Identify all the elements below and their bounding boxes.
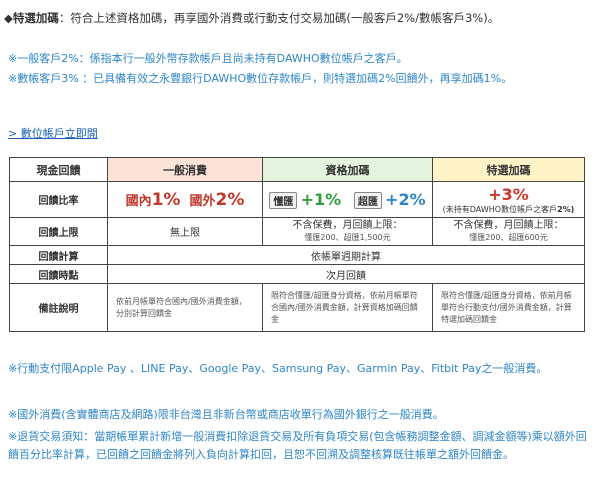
dongwei-badge: 懂匯 — [269, 192, 298, 209]
dongwei-bonus: +1% — [300, 190, 342, 209]
row-label-rate: 回饋比率 — [9, 181, 108, 218]
intro-text: ：符合上述資格加碼，再享國外消費或行動支付交易加碼(一般客戶2%/數帳客戶3%)… — [58, 11, 500, 25]
time-value: 次月回饋 — [107, 264, 585, 284]
intro-lead: 特選加碼 — [12, 11, 59, 25]
calc-value: 依帳單週期計算 — [107, 245, 585, 265]
intro-line: ◆特選加碼：符合上述資格加碼，再享國外消費或行動支付交易加碼(一般客戶2%/數帳… — [4, 10, 499, 26]
header-general: 一般消費 — [107, 157, 263, 182]
table-row: 回饋時點 次月回饋 — [9, 264, 585, 284]
rate-domestic-label: 國內 — [125, 193, 152, 209]
footnote-mobile-pay: ※行動支付限Apple Pay 、LINE Pay、Google Pay、Sam… — [8, 362, 548, 375]
remark-qual: 限符合懂匯/超匯身分資格，依前月帳單符合國內/國外消費金額，計算資格加碼回饋金 — [262, 283, 433, 332]
chaowei-badge: 超匯 — [353, 192, 382, 209]
note-digital-customer: ※數帳客戶3% ：已具備有效之永豐銀行DAWHO數位存款帳戶，則特選加碼2%回饋… — [8, 72, 513, 85]
header-cashback: 現金回饋 — [9, 157, 108, 182]
rate-domestic-pct: 1% — [151, 189, 181, 210]
cap-special-line: 不含保費，月回饋上限： — [453, 220, 564, 231]
row-label-cap: 回饋上限 — [9, 217, 108, 246]
cap-qual-sub: 懂匯200、超匯1,500元 — [304, 233, 391, 242]
special-note-pct: 2%) — [557, 204, 575, 214]
special-note: (未持有DAWHO數位帳戶之客戶 — [442, 204, 558, 214]
cap-special-sub: 懂匯200、超匯600元 — [469, 233, 548, 242]
table-row: 回饋上限 無上限 不含保費，月回饋上限： 懂匯200、超匯1,500元 不含保費… — [9, 217, 585, 246]
row-label-time: 回饋時點 — [9, 264, 108, 284]
header-special: 特選加碼 — [432, 157, 585, 182]
row-label-calc: 回饋計算 — [9, 245, 108, 265]
chaowei-bonus: +2% — [385, 190, 426, 209]
table-row: 備註說明 依前月帳單符合國內/國外消費金額，分別計算回饋金 限符合懂匯/超匯身分… — [9, 283, 585, 332]
rate-general-cell: 國內1% 國外2% — [107, 181, 263, 218]
header-qualification: 資格加碼 — [262, 157, 433, 182]
cap-special-cell: 不含保費，月回饋上限： 懂匯200、超匯600元 — [432, 217, 585, 246]
table-row: 回饋比率 國內1% 國外2% 懂匯 +1% 超匯 +2% +3% (未持有DAW… — [9, 181, 585, 218]
remark-special: 限符合懂匯/超匯身分資格，依前月帳單符合行動支付/國外消費金額，計算特選加碼回饋… — [432, 283, 585, 332]
rate-qual-cell: 懂匯 +1% 超匯 +2% — [262, 181, 433, 218]
footnote-refund: ※退貨交易須知：當期帳單累計新增一般消費扣除退貨交易及所有負項交易(包含帳務調整… — [8, 430, 587, 461]
rate-special-cell: +3% (未持有DAWHO數位帳戶之客戶2%) — [432, 181, 585, 218]
table-header-row: 現金回饋 一般消費 資格加碼 特選加碼 — [9, 157, 585, 182]
remark-general: 依前月帳單符合國內/國外消費金額，分別計算回饋金 — [107, 283, 263, 332]
cap-general: 無上限 — [107, 217, 263, 246]
note-general-customer: ※一般客戶2%：係指本行一般外幣存款帳戶且尚未持有DAWHO數位帳戶之客戶。 — [8, 52, 408, 65]
row-label-remark: 備註說明 — [9, 283, 108, 332]
rate-foreign-pct: 2% — [215, 189, 245, 210]
cap-qual-line: 不含保費，月回饋上限： — [292, 220, 403, 231]
table-row: 回饋計算 依帳單週期計算 — [9, 245, 585, 265]
special-bonus: +3% — [488, 184, 529, 204]
cap-qual-cell: 不含保費，月回饋上限： 懂匯200、超匯1,500元 — [262, 217, 433, 246]
open-digital-account-link[interactable]: > 數位帳戶立即開 — [8, 125, 98, 141]
rate-foreign-label: 國外 — [189, 193, 216, 209]
diamond-bullet: ◆ — [4, 11, 13, 25]
cashback-table: 現金回饋 一般消費 資格加碼 特選加碼 回饋比率 國內1% 國外2% 懂匯 +1… — [9, 157, 585, 332]
footnote-foreign: ※國外消費(含實體商店及網路)限非台灣且非新台幣或商店收單行為國外銀行之一般消費… — [8, 408, 444, 421]
